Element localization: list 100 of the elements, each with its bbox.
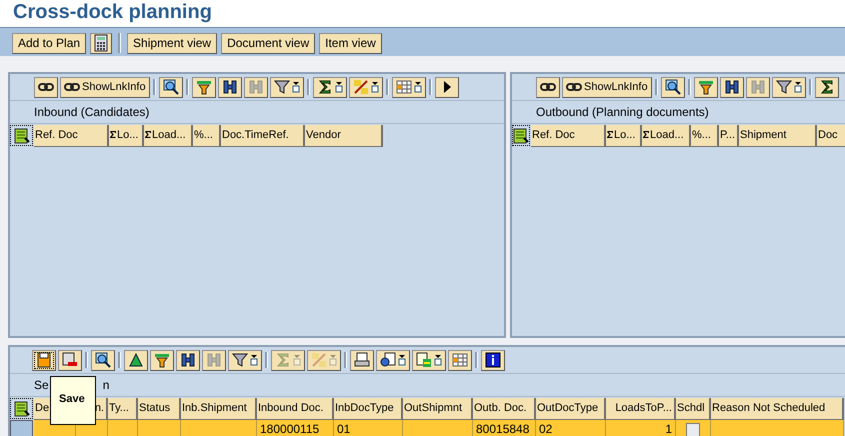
toolbar-button[interactable]: Add to Plan [12,32,86,54]
select-all-button[interactable] [512,125,530,146]
save-button[interactable] [32,350,56,370]
toolbar-button[interactable]: Shipment view [127,32,218,54]
magnifier-icon [162,79,179,95]
pyramid-icon [128,352,144,368]
chain-button[interactable] [34,76,58,98]
column-header[interactable]: Vendor [305,125,383,147]
dropdown-icon [398,354,406,366]
table-cell: 02 [536,420,606,436]
binoculars-button[interactable] [218,76,242,98]
select-all-icon [513,128,529,144]
row-selector[interactable] [10,420,33,436]
dropdown-icon [250,354,258,366]
column-header[interactable]: Lo... [606,125,642,147]
binoculars-icon [222,79,238,95]
funnel-icon [698,79,714,95]
grid-button[interactable] [448,350,472,370]
save-icon [36,352,52,368]
chain-button[interactable] [536,76,560,98]
column-header[interactable]: P... [719,125,739,147]
column-header[interactable]: Ref. Doc [34,125,109,147]
column-header[interactable]: Schdl [676,398,711,420]
filter-icon [274,79,290,95]
column-header[interactable]: %... [193,125,221,147]
magnifier-button[interactable] [158,76,183,98]
filter-button[interactable] [772,76,806,98]
play-button[interactable] [434,76,459,98]
sigma-button[interactable] [312,76,347,98]
column-header[interactable]: %... [691,125,719,147]
select-all-button[interactable] [10,398,33,419]
sum-icon [110,131,116,138]
column-header[interactable]: Load... [642,125,691,147]
binoculars-icon [750,79,766,95]
filter-icon [776,79,792,95]
column-header[interactable]: Inbound Doc. [257,398,334,420]
info-button[interactable] [481,350,505,370]
column-header[interactable]: Ref. Doc [531,125,606,147]
column-header[interactable]: Reason Not Scheduled [711,398,844,420]
column-header[interactable]: Shipment [739,125,817,147]
column-header[interactable]: Lo... [109,125,144,147]
sum-icon [607,131,613,138]
column-header[interactable]: Load... [144,125,193,147]
filter-button[interactable] [228,350,262,370]
table-cell: 01 [334,420,403,436]
magnifier-button[interactable] [660,76,685,98]
toolbar-button[interactable]: ShowLnkInfo [60,76,150,98]
calculator-icon [94,34,108,52]
binoculars-icon [248,79,264,95]
table-cell [108,420,138,436]
checkbox[interactable] [686,423,700,436]
column-header[interactable]: Doc.TimeRef. [221,125,305,147]
dropdown-icon [329,354,337,366]
column-header[interactable]: OutShipmnt [403,398,473,420]
toolbar-button[interactable]: Item view [319,32,382,54]
toolbar-button[interactable]: ShowLnkInfo [562,76,652,98]
sigma-button[interactable] [814,76,839,98]
dropdown-icon [292,81,300,93]
print-icon [354,352,370,368]
funnel-button[interactable] [192,76,216,98]
tooltip: Save [50,376,96,425]
grid-icon [452,352,468,368]
dropdown-icon [293,354,301,366]
column-header[interactable]: Inb.Shipment [181,398,257,420]
binoculars-icon [206,352,222,368]
column-header[interactable]: Doc [817,125,845,147]
delete-row-button[interactable] [58,350,82,370]
binoculars-icon [724,79,740,95]
column-header[interactable]: Status [138,398,181,420]
table-cell: 80015848 [473,420,536,436]
table-cell: 180000115 [257,420,334,436]
sum-icon [643,131,649,138]
table-cell: 1 [606,420,676,436]
grid-title: Outbound (Planning documents) [536,105,709,119]
funnel-button[interactable] [694,76,718,98]
magnifier-button[interactable] [91,350,115,370]
column-header[interactable]: LoadsToP... [606,398,676,420]
calculator-button[interactable] [90,32,112,54]
column-header[interactable]: OutDocType [536,398,606,420]
binoculars-button[interactable] [720,76,744,98]
pyramid-button[interactable] [124,350,148,370]
filter-button[interactable] [270,76,304,98]
toolbar-button[interactable]: Document view [221,32,316,54]
binoculars-button[interactable] [176,350,200,370]
funnel-button[interactable] [150,350,174,370]
delete-row-icon [62,352,78,368]
column-header[interactable]: Ty... [108,398,138,420]
select-all-button[interactable] [10,125,33,146]
grid-title: n [102,378,110,392]
column-header[interactable]: Outb. Doc. [473,398,536,420]
dropdown-icon [370,81,379,93]
grid-title: Inbound (Candidates) [34,105,150,119]
table-cell [138,420,181,436]
filter-icon [232,352,248,368]
column-header[interactable]: InbDocType [334,398,403,420]
sigma-icon [275,352,291,368]
grid-button[interactable] [392,76,426,98]
grid-title: Se [34,378,49,392]
print-button[interactable] [350,350,374,370]
sum-icon [145,131,151,138]
